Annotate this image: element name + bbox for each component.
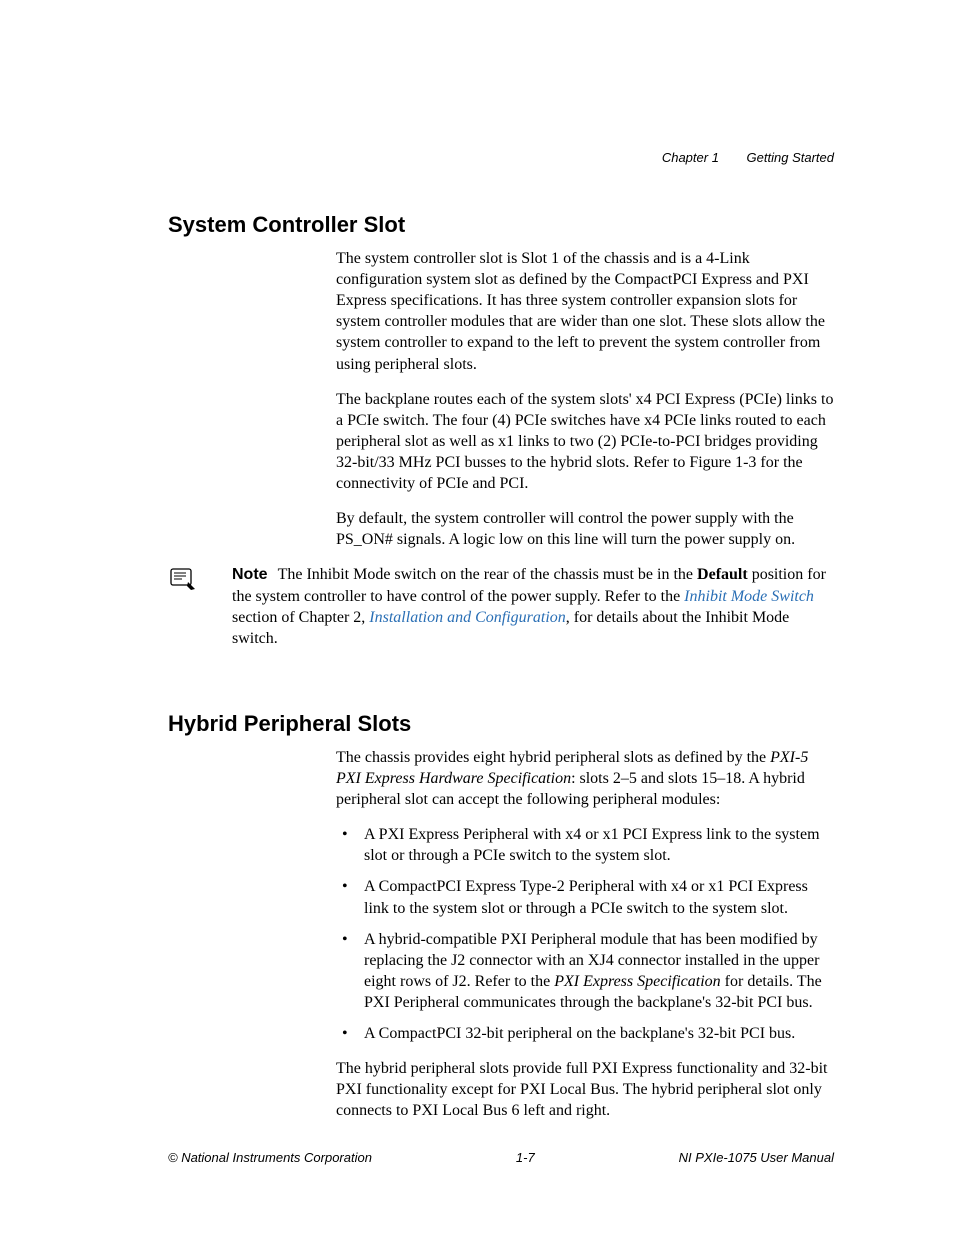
heading-hybrid-peripheral-slots: Hybrid Peripheral Slots <box>168 711 834 737</box>
note-text-fragment: The Inhibit Mode switch on the rear of t… <box>278 566 697 583</box>
list-item: A PXI Express Peripheral with x4 or x1 P… <box>336 824 834 866</box>
paragraph: The system controller slot is Slot 1 of … <box>336 248 834 375</box>
list-item: A CompactPCI 32-bit peripheral on the ba… <box>336 1023 834 1044</box>
italic-spec-title: PXI Express Specification <box>554 973 720 990</box>
note-icon <box>168 564 232 592</box>
note-bold-default: Default <box>697 566 748 583</box>
footer-page-number: 1-7 <box>516 1150 535 1165</box>
footer-manual-title: NI PXIe-1075 User Manual <box>679 1150 834 1165</box>
list-item: A hybrid-compatible PXI Peripheral modul… <box>336 929 834 1013</box>
list-item: A CompactPCI Express Type-2 Peripheral w… <box>336 876 834 918</box>
paragraph: The chassis provides eight hybrid periph… <box>336 747 834 810</box>
heading-system-controller-slot: System Controller Slot <box>168 212 834 238</box>
note-label: Note <box>232 566 268 583</box>
note-text-fragment: section of Chapter 2, <box>232 609 369 626</box>
chapter-label: Chapter 1 <box>662 150 719 165</box>
footer-copyright: © National Instruments Corporation <box>168 1150 372 1165</box>
bullet-list: A PXI Express Peripheral with x4 or x1 P… <box>336 824 834 1044</box>
paragraph: By default, the system controller will c… <box>336 508 834 550</box>
paragraph: The backplane routes each of the system … <box>336 389 834 495</box>
page-footer: © National Instruments Corporation 1-7 N… <box>168 1150 834 1165</box>
link-inhibit-mode-switch[interactable]: Inhibit Mode Switch <box>684 588 814 605</box>
body-system-controller: The system controller slot is Slot 1 of … <box>336 248 834 550</box>
running-header: Chapter 1 Getting Started <box>662 150 834 165</box>
text-fragment: The chassis provides eight hybrid periph… <box>336 749 770 766</box>
chapter-title: Getting Started <box>747 150 834 165</box>
body-hybrid: The chassis provides eight hybrid periph… <box>336 747 834 1122</box>
paragraph: The hybrid peripheral slots provide full… <box>336 1058 834 1121</box>
page: Chapter 1 Getting Started System Control… <box>0 0 954 1235</box>
note-block: Note The Inhibit Mode switch on the rear … <box>168 564 834 648</box>
link-installation-and-configuration[interactable]: Installation and Configuration <box>369 609 565 626</box>
note-text: Note The Inhibit Mode switch on the rear … <box>232 564 834 648</box>
